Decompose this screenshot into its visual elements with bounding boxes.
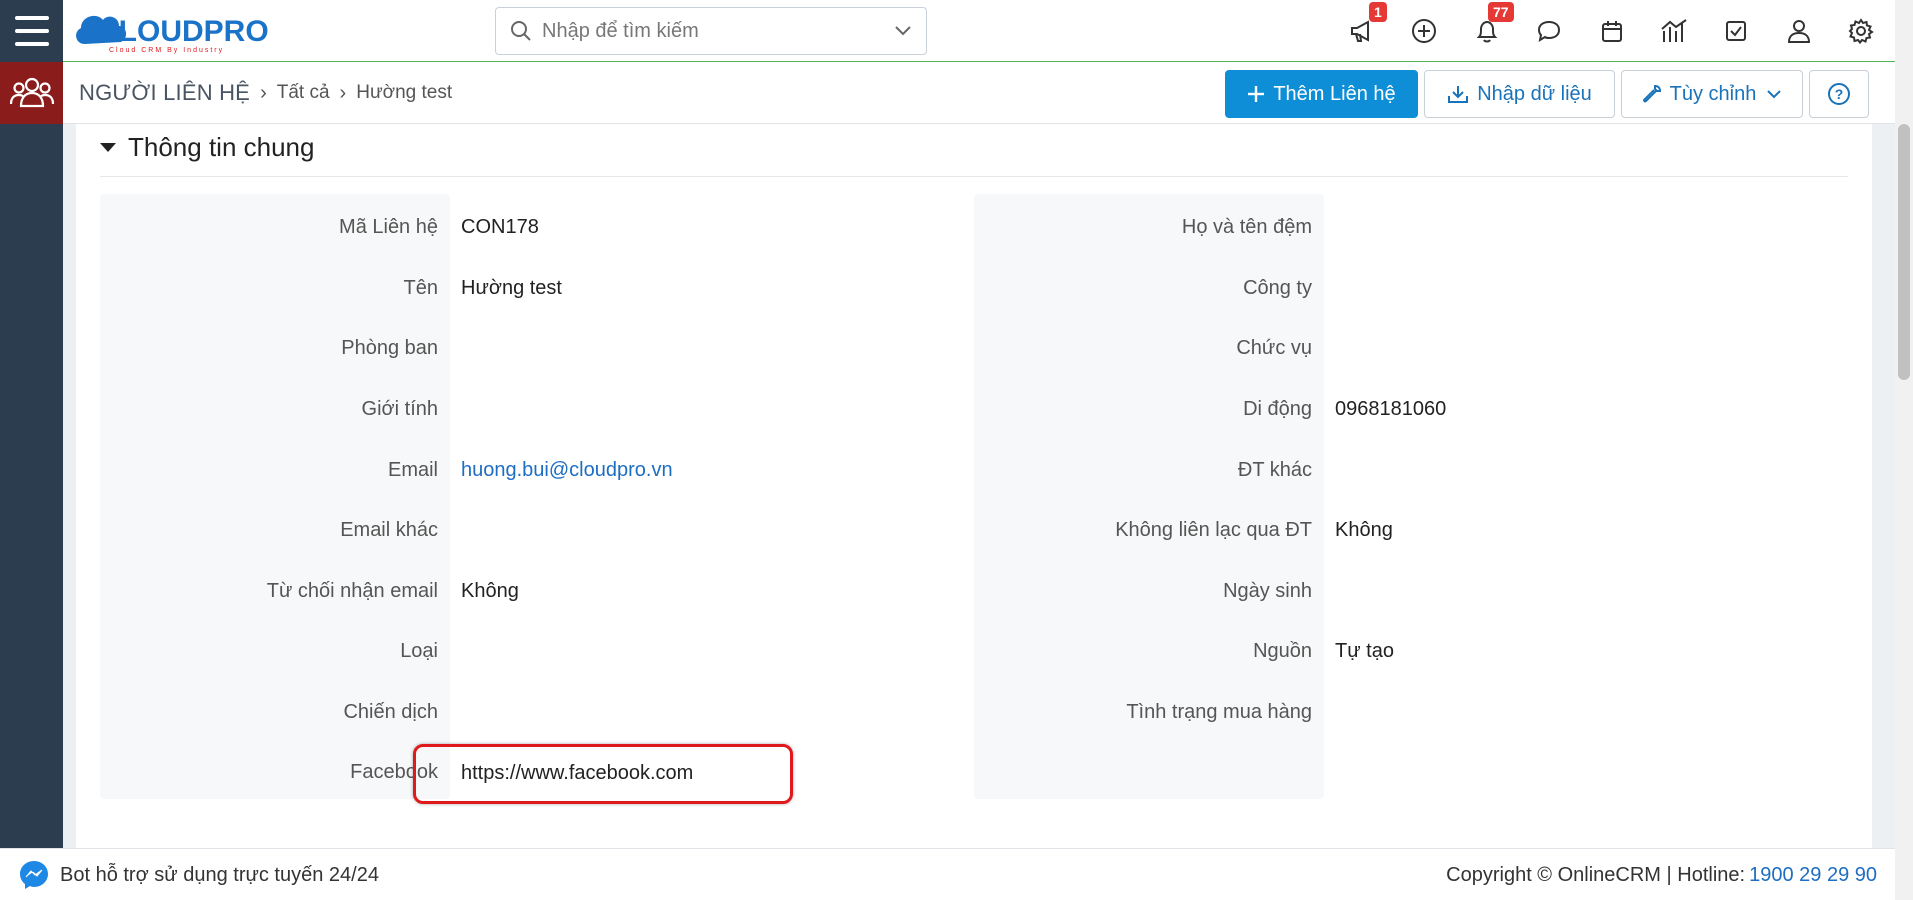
field-value: 0968181060 <box>1335 397 1447 420</box>
bell-icon[interactable]: 77 <box>1470 2 1514 48</box>
messenger-icon <box>20 861 48 889</box>
add-contact-button[interactable]: Thêm Liên hệ <box>1225 70 1418 118</box>
chevron-right-icon: › <box>339 81 347 104</box>
field-value <box>1335 197 1815 257</box>
field-label: Facebook <box>350 760 438 783</box>
field-label: Giới tính <box>361 397 438 420</box>
field-label: Họ và tên đệm <box>1181 215 1312 238</box>
field-label: Email khác <box>340 518 438 541</box>
add-contact-label: Thêm Liên hệ <box>1273 82 1396 105</box>
field-label: Email <box>387 458 438 481</box>
field-value <box>1335 258 1815 318</box>
section-toggle[interactable]: Thông tin chung <box>100 132 314 163</box>
field-label: Công ty <box>1243 276 1312 299</box>
field-value <box>461 318 941 378</box>
vertical-scrollbar[interactable] <box>1895 0 1913 900</box>
field-label: Tên <box>403 276 438 299</box>
copyright-text: Copyright © OnlineCRM | Hotline: <box>1446 863 1746 886</box>
field-label: Chức vụ <box>1236 336 1312 359</box>
field-value: Tự tạo <box>1335 639 1394 662</box>
import-data-label: Nhập dữ liệu <box>1477 82 1592 105</box>
settings-gear-icon[interactable] <box>1844 14 1878 48</box>
section-divider <box>100 176 1848 177</box>
field-value <box>461 379 941 439</box>
announcement-icon[interactable]: 1 <box>1345 2 1387 48</box>
left-rail <box>0 0 63 900</box>
support-bot-link[interactable]: Bot hỗ trợ sử dụng trực tuyến 24/24 <box>18 849 379 900</box>
caret-down-icon <box>100 143 116 152</box>
hamburger-menu-icon[interactable] <box>0 0 63 62</box>
field-value <box>461 621 941 681</box>
sub-header: NGƯỜI LIÊN HỆ › Tất cả › Hường test Thêm… <box>63 62 1895 124</box>
customize-dropdown-button[interactable]: Tùy chỉnh <box>1621 70 1803 118</box>
chevron-right-icon: › <box>260 81 267 104</box>
scrollbar-thumb[interactable] <box>1898 124 1910 380</box>
cloudpro-logo[interactable]: CLOUDPRO Cloud CRM By Industry <box>71 4 301 56</box>
footer: Bot hỗ trợ sử dụng trực tuyến 24/24 Copy… <box>0 848 1895 900</box>
chevron-down-icon <box>1767 90 1782 99</box>
breadcrumb-module[interactable]: NGƯỜI LIÊN HỆ <box>79 80 250 106</box>
svg-text:?: ? <box>1835 86 1844 102</box>
field-label: Mã Liên hệ <box>339 215 438 238</box>
field-value <box>1335 440 1815 500</box>
breadcrumb: NGƯỜI LIÊN HỆ › Tất cả › Hường test <box>79 62 452 124</box>
wrench-icon <box>1642 84 1661 103</box>
reports-chart-icon[interactable] <box>1657 14 1691 48</box>
field-value: CON178 <box>461 215 539 238</box>
field-value <box>461 500 941 560</box>
field-label: Không liên lạc qua ĐT <box>1115 518 1312 541</box>
field-value: Không <box>461 579 519 602</box>
help-button[interactable]: ? <box>1809 70 1869 118</box>
add-circle-icon[interactable] <box>1407 14 1441 48</box>
field-value <box>1335 561 1815 621</box>
field-value <box>461 682 941 742</box>
field-label: Tình trạng mua hàng <box>1126 700 1312 723</box>
chevron-down-icon[interactable] <box>894 25 912 37</box>
field-label: Chiến dịch <box>343 700 438 723</box>
search-icon <box>511 21 531 41</box>
field-label: Ngày sinh <box>1223 579 1312 602</box>
user-profile-icon[interactable] <box>1782 14 1816 48</box>
field-label: Di động <box>1243 397 1312 420</box>
notifications-badge: 77 <box>1488 2 1514 22</box>
calendar-icon[interactable] <box>1595 14 1629 48</box>
help-question-icon: ? <box>1828 83 1850 105</box>
record-detail-card: Thông tin chung Mã Liên hệ CON178 Tên Hư… <box>76 124 1872 848</box>
facebook-highlight-box <box>413 744 793 804</box>
customize-label: Tùy chỉnh <box>1669 82 1757 105</box>
logo-text: CLOUDPRO <box>97 15 269 48</box>
breadcrumb-list[interactable]: Tất cả <box>277 82 330 104</box>
field-value <box>1335 318 1815 378</box>
announcement-badge: 1 <box>1369 2 1387 22</box>
logo-tagline: Cloud CRM By Industry <box>109 47 224 54</box>
import-data-button[interactable]: Nhập dữ liệu <box>1424 70 1615 118</box>
top-bar: CLOUDPRO Cloud CRM By Industry 1 77 <box>63 0 1895 62</box>
download-icon <box>1448 86 1469 103</box>
hotline-link[interactable]: 1900 29 29 90 <box>1749 864 1877 887</box>
plus-icon <box>1248 86 1265 102</box>
global-search[interactable] <box>495 7 927 55</box>
field-label: Từ chối nhận email <box>266 579 438 602</box>
task-checkbox-icon[interactable] <box>1719 14 1753 48</box>
breadcrumb-record: Hường test <box>356 82 453 103</box>
email-link[interactable]: huong.bui@cloudpro.vn <box>461 440 941 500</box>
field-label: Loại <box>400 639 438 662</box>
field-value: Không <box>1335 518 1393 541</box>
field-label: ĐT khác <box>1237 458 1312 481</box>
search-input[interactable] <box>542 19 894 43</box>
contacts-module-icon[interactable] <box>0 62 63 124</box>
copyright: Copyright © OnlineCRM | Hotline: 1900 29… <box>1446 849 1877 900</box>
section-title: Thông tin chung <box>128 132 315 162</box>
field-label: Phòng ban <box>341 336 438 359</box>
field-value: Hường test <box>461 276 562 299</box>
support-bot-text: Bot hỗ trợ sử dụng trực tuyến 24/24 <box>60 863 379 886</box>
chat-icon[interactable] <box>1532 14 1566 48</box>
field-label: Nguồn <box>1253 639 1312 662</box>
field-value <box>1335 682 1815 742</box>
